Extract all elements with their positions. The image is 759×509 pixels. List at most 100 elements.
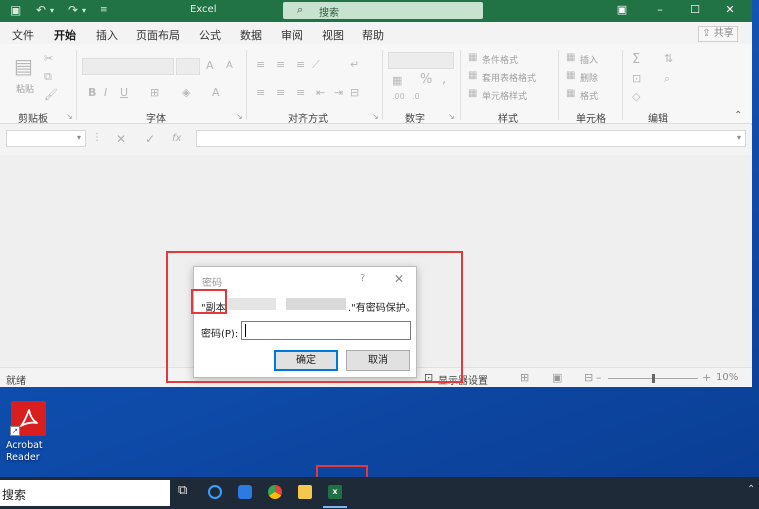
chrome-icon[interactable] <box>268 485 282 499</box>
percent-button[interactable]: % <box>420 72 432 87</box>
wrap-text-icon[interactable]: ↵ <box>350 58 359 71</box>
page-break-view-icon[interactable]: ⊟ <box>584 371 593 384</box>
bold-button[interactable]: B <box>88 86 96 99</box>
fill-color-icon[interactable]: ◈ <box>182 86 190 99</box>
customize-qat-icon[interactable]: ≡ <box>100 5 108 15</box>
acrobat-reader-label[interactable]: Acrobat Reader <box>6 440 54 464</box>
delete-cells-button[interactable]: 删除 <box>580 71 598 84</box>
sort-filter-icon[interactable]: ⇅ <box>664 52 673 65</box>
save-icon[interactable]: ▣ <box>10 3 21 17</box>
close-icon[interactable]: ✕ <box>720 3 740 16</box>
zoom-slider-thumb[interactable] <box>652 374 655 383</box>
redo-dropdown-icon[interactable]: ▾ <box>82 6 86 15</box>
undo-icon[interactable]: ↶ <box>36 3 46 17</box>
collapse-ribbon-icon[interactable]: ⌃ <box>734 110 742 121</box>
underline-button[interactable]: U <box>120 86 128 99</box>
cell-styles-icon[interactable]: ▦ <box>468 88 477 99</box>
tab-file[interactable]: 文件 <box>12 27 34 43</box>
font-name-combo[interactable] <box>82 58 174 75</box>
show-hidden-icons-icon[interactable]: ⌃ <box>747 484 755 495</box>
tab-page-layout[interactable]: 页面布局 <box>136 27 180 43</box>
align-bottom-icon[interactable]: ≡ <box>296 58 305 71</box>
format-cells-button[interactable]: 格式 <box>580 89 598 102</box>
tab-data[interactable]: 数据 <box>240 27 262 43</box>
delete-cells-icon[interactable]: ▦ <box>566 70 575 81</box>
font-size-combo[interactable] <box>176 58 200 75</box>
cut-icon[interactable]: ✂ <box>44 52 53 65</box>
insert-function-icon[interactable]: fx <box>172 133 181 144</box>
zoom-in-icon[interactable]: + <box>702 371 711 384</box>
tab-formulas[interactable]: 公式 <box>199 27 221 43</box>
divider <box>246 50 247 120</box>
paste-icon[interactable]: ▤ <box>14 54 33 78</box>
tab-home[interactable]: 开始 <box>54 27 76 47</box>
name-box[interactable]: ▾ <box>6 130 86 147</box>
search-icon: ⌕ <box>297 3 304 16</box>
borders-icon[interactable]: ⊞ <box>150 86 159 99</box>
group-label-number: 数字 <box>405 114 425 125</box>
conditional-formatting-icon[interactable]: ▦ <box>468 52 477 63</box>
accounting-format-icon[interactable]: ▦ <box>392 74 402 87</box>
decrease-decimal-icon[interactable]: .0 <box>412 92 420 101</box>
align-top-icon[interactable]: ≡ <box>256 58 265 71</box>
cancel-entry-icon[interactable]: ✕ <box>116 132 126 146</box>
italic-button[interactable]: I <box>104 86 107 99</box>
minimize-icon[interactable]: – <box>650 3 670 16</box>
redo-icon[interactable]: ↷ <box>68 3 78 17</box>
title-search-box[interactable]: ⌕ 搜索 <box>283 2 483 19</box>
indent-increase-icon[interactable]: ⇥ <box>334 86 343 99</box>
insert-cells-button[interactable]: 插入 <box>580 53 598 66</box>
alignment-launcher-icon[interactable]: ↘ <box>372 112 379 121</box>
clipboard-launcher-icon[interactable]: ↘ <box>66 112 73 121</box>
tab-view[interactable]: 视图 <box>322 27 344 43</box>
file-explorer-icon[interactable] <box>298 485 312 499</box>
number-launcher-icon[interactable]: ↘ <box>448 112 455 121</box>
copy-icon[interactable]: ⧉ <box>44 70 52 84</box>
zoom-percent[interactable]: 10% <box>716 372 738 383</box>
align-left-icon[interactable]: ≡ <box>256 86 265 99</box>
comma-style-icon[interactable]: , <box>442 72 446 87</box>
normal-view-icon[interactable]: ⊞ <box>520 371 529 384</box>
orientation-icon[interactable]: ⟋ <box>312 58 320 72</box>
format-cells-icon[interactable]: ▦ <box>566 88 575 99</box>
number-format-combo[interactable] <box>388 52 454 69</box>
font-color-icon[interactable]: A <box>212 86 220 99</box>
autosum-icon[interactable]: Σ <box>632 52 640 67</box>
font-grow-icon[interactable]: A <box>206 59 214 72</box>
format-as-table-button[interactable]: 套用表格格式 <box>482 71 536 84</box>
align-right-icon[interactable]: ≡ <box>296 86 305 99</box>
increase-decimal-icon[interactable]: .00 <box>392 92 405 101</box>
cell-styles-button[interactable]: 单元格样式 <box>482 89 527 102</box>
zoom-out-icon[interactable]: – <box>596 371 602 384</box>
task-view-icon[interactable]: ⧉ <box>178 483 192 498</box>
formula-input[interactable]: ▾ <box>196 130 746 147</box>
ribbon-display-icon[interactable]: ▣ <box>612 3 632 16</box>
fill-icon[interactable]: ⊡ <box>632 72 641 85</box>
share-button[interactable]: ⇪ 共享 <box>698 26 738 42</box>
tab-review[interactable]: 审阅 <box>281 27 303 43</box>
align-center-icon[interactable]: ≡ <box>276 86 285 99</box>
format-painter-icon[interactable]: 🖌 <box>44 88 58 101</box>
find-select-icon[interactable]: ⌕ <box>664 72 670 86</box>
undo-dropdown-icon[interactable]: ▾ <box>50 6 54 15</box>
align-middle-icon[interactable]: ≡ <box>276 58 285 71</box>
excel-taskbar-icon[interactable]: x <box>328 485 342 499</box>
format-as-table-icon[interactable]: ▦ <box>468 70 477 81</box>
tab-insert[interactable]: 插入 <box>96 27 118 43</box>
maximize-icon[interactable]: ☐ <box>685 3 705 16</box>
page-layout-view-icon[interactable]: ▣ <box>552 371 562 384</box>
taskbar-search-box[interactable]: 搜索 <box>0 480 170 506</box>
merge-center-icon[interactable]: ⊟ <box>350 86 359 99</box>
font-shrink-icon[interactable]: A <box>226 60 233 71</box>
edge-icon[interactable] <box>208 485 222 499</box>
font-launcher-icon[interactable]: ↘ <box>236 112 243 121</box>
annotation-box-dialog <box>166 251 463 383</box>
clear-icon[interactable]: ◇ <box>632 90 640 103</box>
insert-cells-icon[interactable]: ▦ <box>566 52 575 63</box>
tab-help[interactable]: 帮助 <box>362 27 384 43</box>
conditional-formatting-button[interactable]: 条件格式 <box>482 53 518 66</box>
skype-icon[interactable] <box>238 485 252 499</box>
more-dots-icon: ⋮ <box>92 132 102 143</box>
indent-decrease-icon[interactable]: ⇤ <box>316 86 325 99</box>
enter-entry-icon[interactable]: ✓ <box>145 132 155 146</box>
